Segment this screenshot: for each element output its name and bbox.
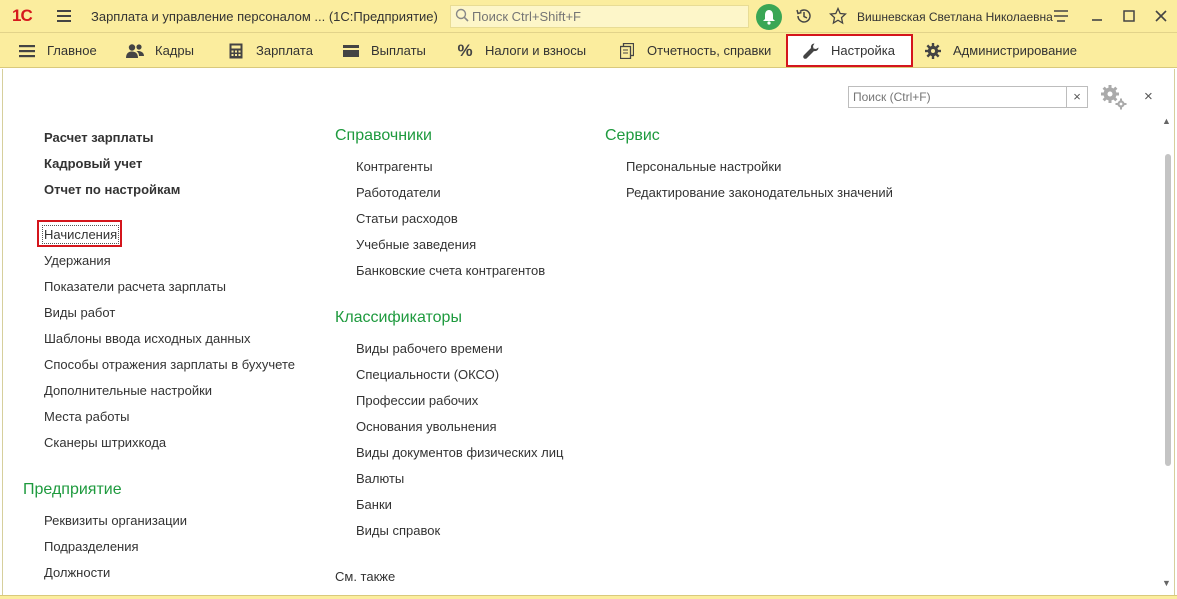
link-deductions[interactable]: Удержания [44, 253, 111, 268]
link-accruals[interactable]: Начисления [44, 227, 117, 242]
people-icon [126, 42, 144, 60]
section-label: Настройка [831, 43, 895, 58]
section-label: Зарплата [256, 43, 313, 58]
link-departments[interactable]: Подразделения [44, 539, 139, 554]
settings-menu-icon[interactable] [1053, 8, 1069, 24]
wrench-icon [802, 42, 820, 60]
link-educational-institutions[interactable]: Учебные заведения [356, 237, 476, 252]
app-logo[interactable]: 1С [12, 6, 33, 26]
group-title-catalogs: Справочники [335, 127, 432, 144]
link-work-types[interactable]: Виды работ [44, 305, 115, 320]
maximize-icon[interactable] [1121, 8, 1137, 24]
link-counterparties[interactable]: Контрагенты [356, 159, 433, 174]
documents-icon [618, 42, 636, 60]
panel-settings-icon[interactable] [1100, 84, 1128, 110]
link-see-also[interactable]: См. также [335, 569, 395, 584]
link-worker-professions[interactable]: Профессии рабочих [356, 393, 478, 408]
link-counterparty-bank-accounts[interactable]: Банковские счета контрагентов [356, 263, 545, 278]
percent-icon: % [457, 40, 473, 60]
section-main[interactable]: Главное [18, 33, 97, 68]
title-bar: 1С Зарплата и управление персоналом ... … [0, 0, 1177, 33]
link-currencies[interactable]: Валюты [356, 471, 404, 486]
wallet-icon [342, 42, 360, 60]
link-work-time-types[interactable]: Виды рабочего времени [356, 341, 503, 356]
link-accounting-reflection[interactable]: Способы отражения зарплаты в бухучете [44, 357, 295, 372]
scroll-down-arrow-icon[interactable]: ▼ [1162, 578, 1171, 588]
link-organization-details[interactable]: Реквизиты организации [44, 513, 187, 528]
calculator-icon [227, 42, 245, 60]
link-expense-items[interactable]: Статьи расходов [356, 211, 458, 226]
section-reports[interactable]: Отчетность, справки [618, 33, 771, 68]
notifications-bell-icon[interactable] [756, 4, 782, 30]
section-settings[interactable]: Настройка [786, 34, 913, 67]
section-label: Выплаты [371, 43, 426, 58]
scrollbar-thumb[interactable] [1165, 154, 1171, 466]
group-title-classifiers: Классификаторы [335, 309, 462, 326]
panel-search-input[interactable] [849, 87, 1066, 107]
section-taxes[interactable]: % Налоги и взносы [456, 33, 586, 68]
panel-search-field[interactable] [848, 86, 1067, 108]
link-certificate-types[interactable]: Виды справок [356, 523, 440, 538]
gear-icon [924, 42, 942, 60]
close-window-icon[interactable] [1153, 8, 1169, 24]
link-banks[interactable]: Банки [356, 497, 392, 512]
hamburger-icon [18, 42, 36, 60]
scroll-up-arrow-icon[interactable]: ▲ [1162, 116, 1171, 126]
group-title-enterprise: Предприятие [23, 481, 122, 498]
app-title: Зарплата и управление персоналом ... (1С… [91, 9, 438, 24]
minimize-icon[interactable] [1089, 8, 1105, 24]
link-payroll-calculation[interactable]: Расчет зарплаты [44, 130, 153, 145]
section-label: Администрирование [953, 43, 1077, 58]
link-id-document-types[interactable]: Виды документов физических лиц [356, 445, 563, 460]
current-user-name[interactable]: Вишневская Светлана Николаевна [857, 10, 1053, 24]
history-icon[interactable] [795, 7, 813, 25]
link-hr-accounting[interactable]: Кадровый учет [44, 156, 142, 171]
link-payroll-indicators[interactable]: Показатели расчета зарплаты [44, 279, 226, 294]
link-barcode-scanners[interactable]: Сканеры штрихкода [44, 435, 166, 450]
section-label: Налоги и взносы [485, 43, 587, 58]
favorites-star-icon[interactable] [829, 7, 847, 25]
search-icon [455, 8, 469, 22]
link-positions[interactable]: Должности [44, 565, 110, 580]
link-input-templates[interactable]: Шаблоны ввода исходных данных [44, 331, 250, 346]
panel-close-button[interactable]: × [1144, 88, 1153, 105]
link-employers[interactable]: Работодатели [356, 185, 441, 200]
section-label: Кадры [155, 43, 194, 58]
section-label: Главное [47, 43, 97, 58]
search-clear-button[interactable]: × [1066, 86, 1088, 108]
group-title-service: Сервис [605, 127, 660, 144]
link-legislative-values[interactable]: Редактирование законодательных значений [626, 185, 893, 200]
bottom-border [0, 595, 1177, 599]
sections-panel: Главное Кадры Зарплата Выплаты % Налоги … [0, 33, 1177, 68]
link-personal-settings[interactable]: Персональные настройки [626, 159, 781, 174]
link-workplaces[interactable]: Места работы [44, 409, 130, 424]
section-administration[interactable]: Администрирование [924, 33, 1077, 68]
global-search-field[interactable] [450, 5, 749, 28]
link-dismissal-grounds[interactable]: Основания увольнения [356, 419, 497, 434]
section-label: Отчетность, справки [647, 43, 772, 58]
global-search-input[interactable] [472, 8, 742, 25]
section-staff[interactable]: Кадры [126, 33, 194, 68]
link-settings-report[interactable]: Отчет по настройкам [44, 182, 180, 197]
section-payments[interactable]: Выплаты [342, 33, 426, 68]
link-additional-settings[interactable]: Дополнительные настройки [44, 383, 212, 398]
section-salary[interactable]: Зарплата [227, 33, 313, 68]
main-menu-icon[interactable] [57, 10, 71, 22]
link-specialties[interactable]: Специальности (ОКСО) [356, 367, 499, 382]
